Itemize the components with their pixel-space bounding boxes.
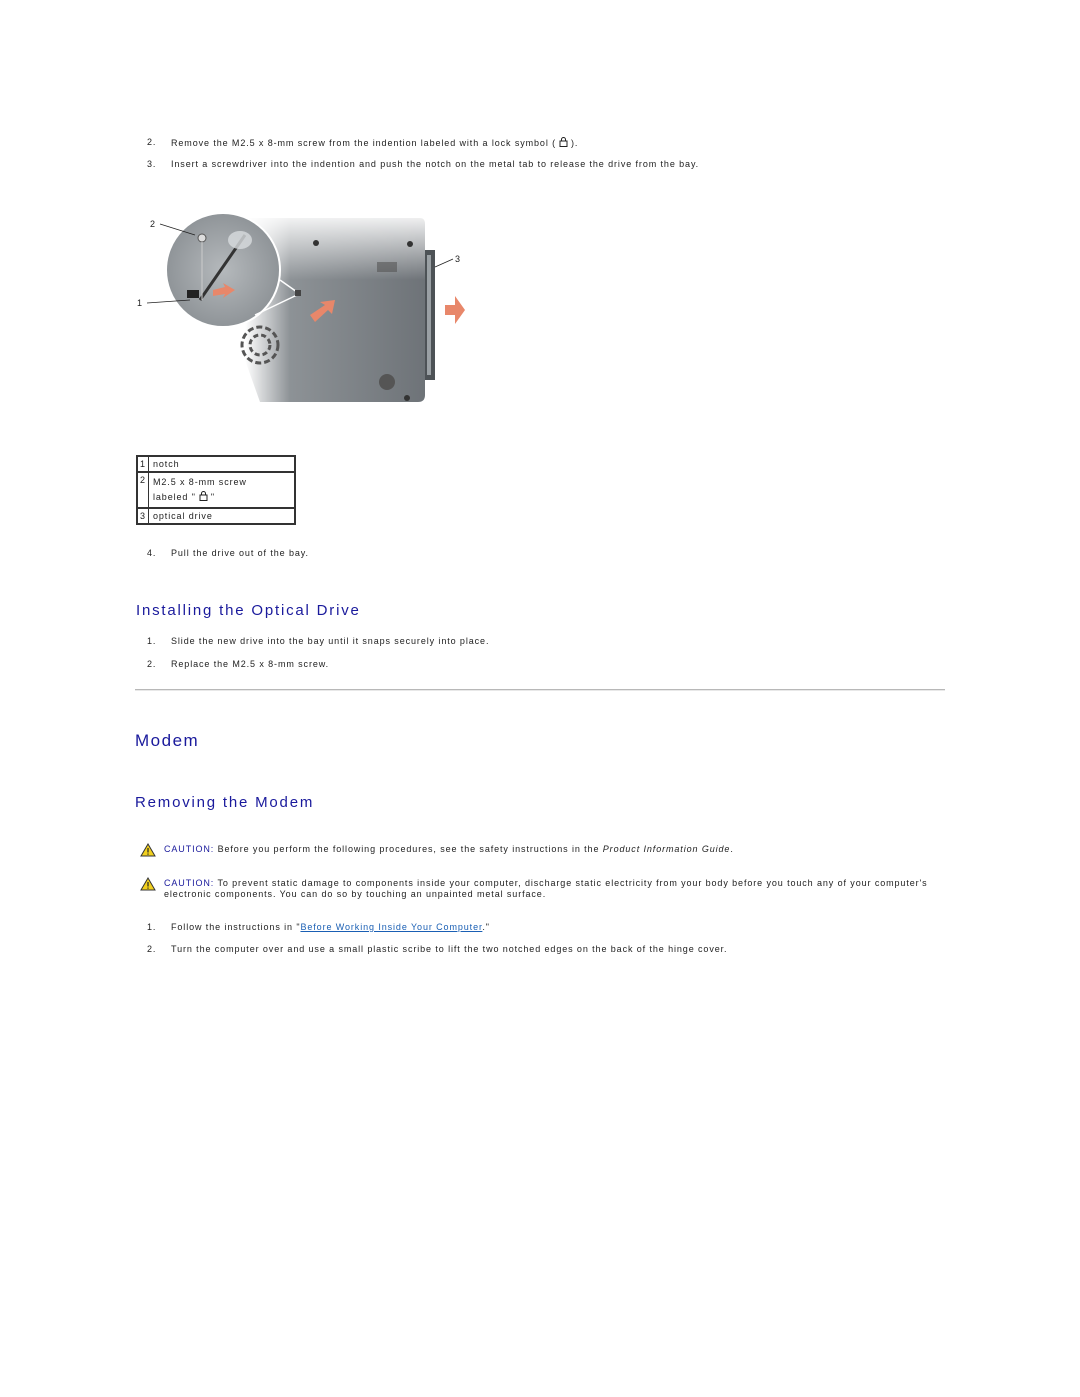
- step-text: Remove the M2.5 x 8-mm screw from the in…: [171, 138, 557, 148]
- warning-icon: [140, 843, 156, 857]
- caution-label: CAUTION:: [164, 878, 215, 888]
- caution-label: CAUTION:: [164, 844, 215, 854]
- step-number: 2.: [147, 137, 157, 147]
- step-text: Pull the drive out of the bay.: [171, 548, 309, 558]
- step-number: 3.: [147, 159, 157, 169]
- legend-label: M2.5 x 8-mm screw labeled " ": [148, 471, 296, 509]
- product-info-guide-title: Product Information Guide: [602, 844, 731, 854]
- step-number: 1.: [147, 922, 157, 932]
- callout-legend-table: 1 notch 2 M2.5 x 8-mm screw labeled " " 3…: [136, 455, 296, 525]
- warning-icon: [140, 877, 156, 891]
- table-row: 1 notch: [136, 455, 296, 473]
- removing-modem-heading: Removing the Modem: [135, 794, 315, 811]
- legend-label: optical drive: [148, 507, 296, 525]
- legend-label: notch: [148, 455, 296, 473]
- legend-number: 2: [136, 471, 149, 509]
- lock-icon: [559, 137, 568, 147]
- modem-heading: Modem: [135, 731, 200, 750]
- detail-inset: [165, 212, 281, 328]
- legend-number: 3: [136, 507, 149, 525]
- step-text: Replace the M2.5 x 8-mm screw.: [171, 659, 330, 669]
- callout-1: 1: [137, 298, 143, 308]
- optical-drive-figure: 2 1 3: [137, 210, 465, 410]
- lock-icon: [199, 491, 208, 501]
- step-number: 2.: [147, 659, 157, 669]
- step-text: Slide the new drive into the bay until i…: [171, 636, 490, 646]
- step-number: 2.: [147, 944, 157, 954]
- step-number: 1.: [147, 636, 157, 646]
- step-text: Turn the computer over and use a small p…: [171, 944, 728, 954]
- callout-3: 3: [455, 254, 461, 264]
- installing-heading: Installing the Optical Drive: [136, 602, 361, 619]
- legend-number: 1: [136, 455, 149, 473]
- step-text: Insert a screwdriver into the indention …: [171, 159, 700, 169]
- before-working-link[interactable]: Before Working Inside Your Computer: [300, 922, 482, 932]
- step-number: 4.: [147, 548, 157, 558]
- table-row: 3 optical drive: [136, 507, 296, 525]
- section-divider: [135, 689, 945, 691]
- table-row: 2 M2.5 x 8-mm screw labeled " ": [136, 471, 296, 509]
- callout-2: 2: [150, 219, 156, 229]
- pull-arrow: [445, 296, 465, 324]
